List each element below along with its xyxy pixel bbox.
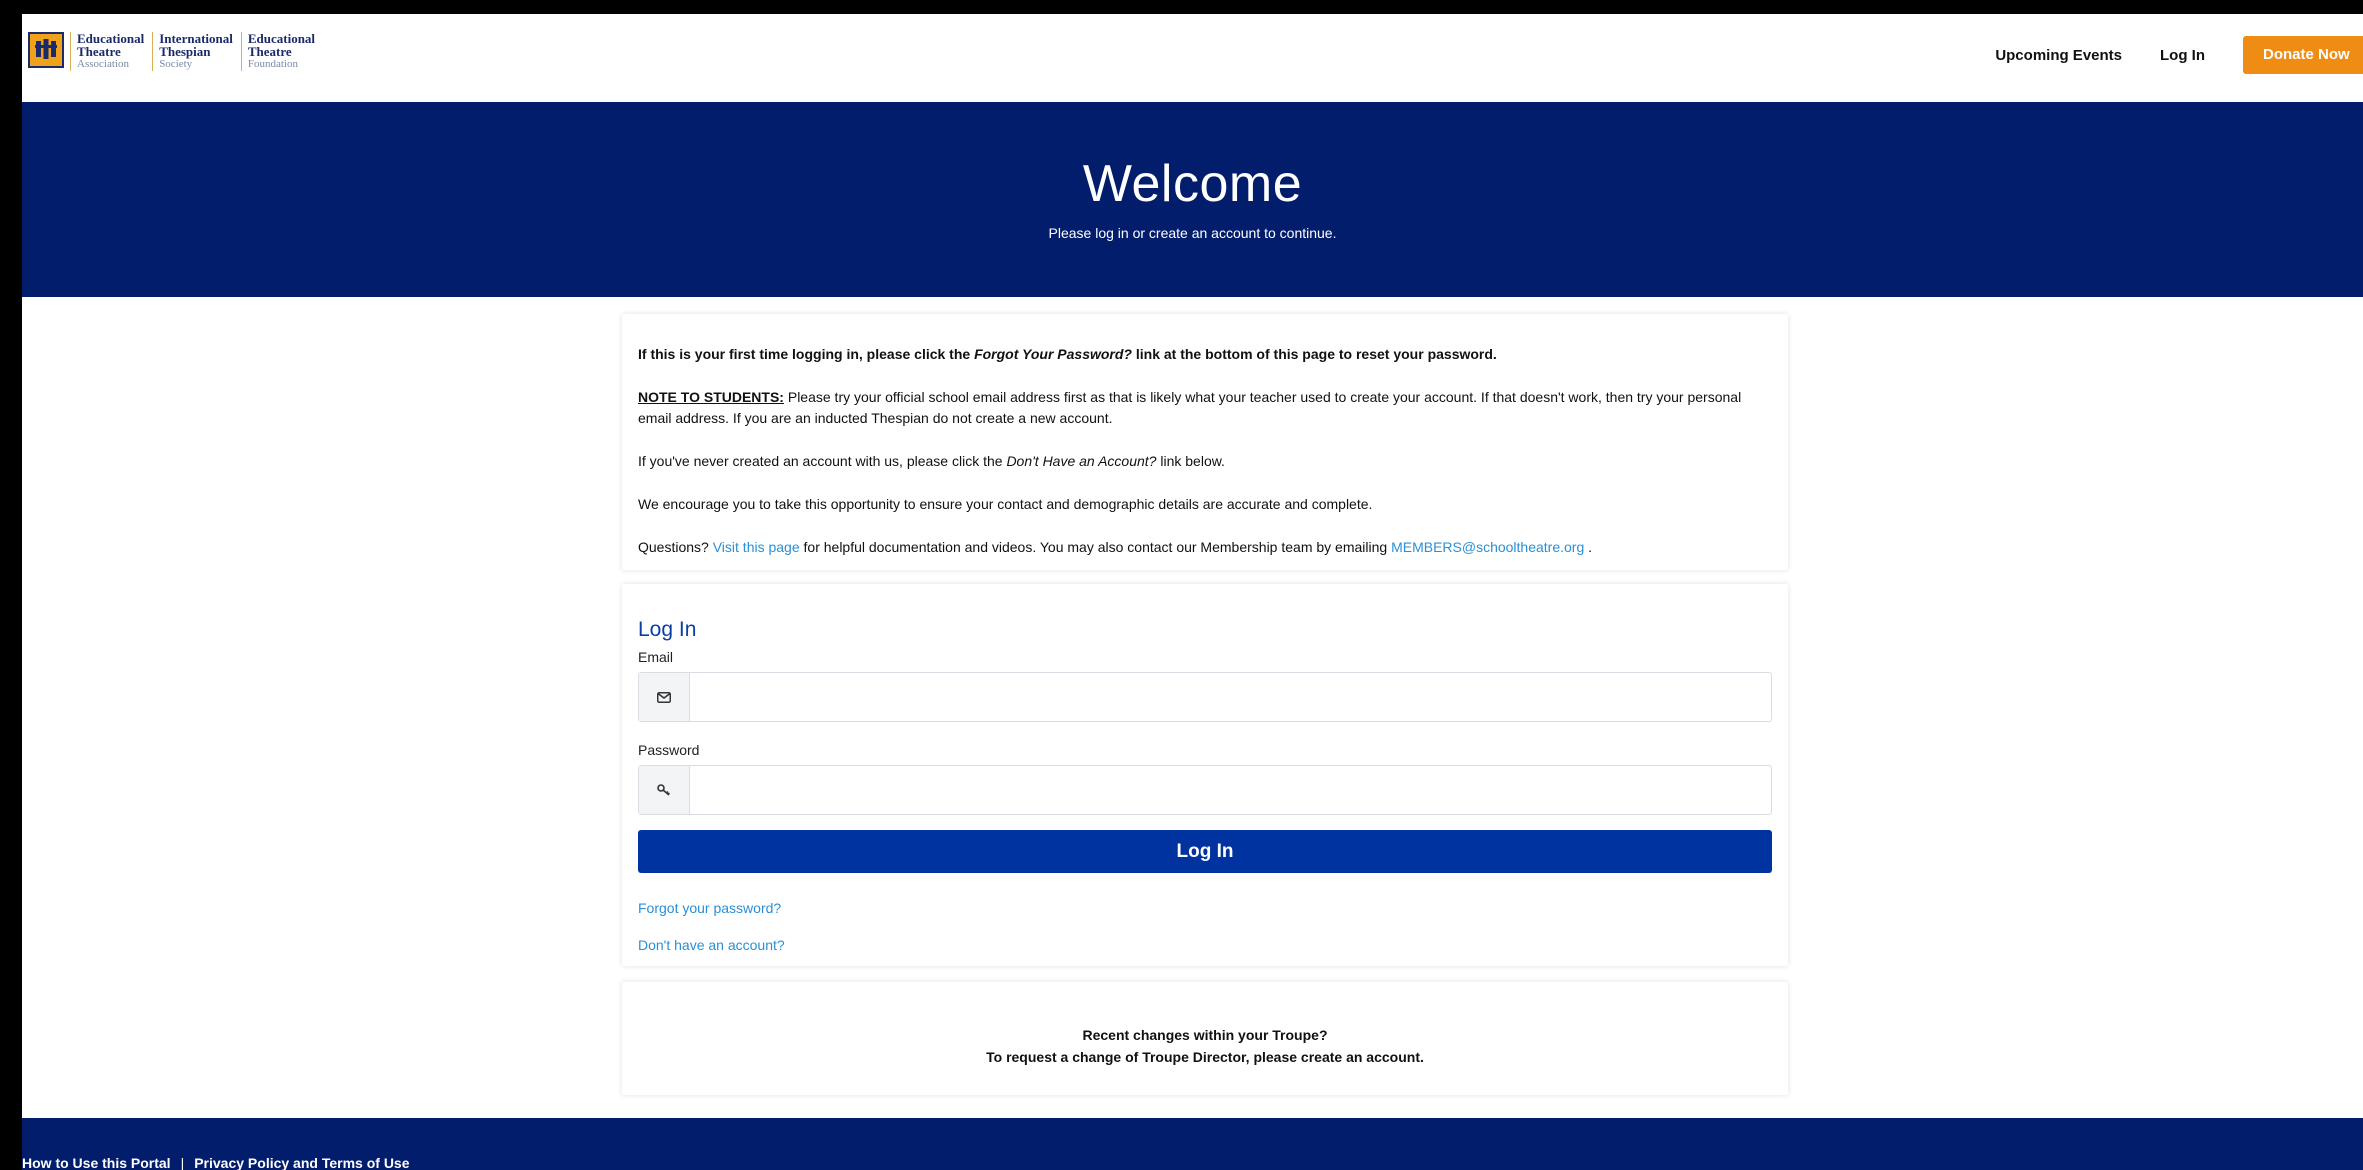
- page-title: Welcome: [1082, 155, 1303, 213]
- members-email-link[interactable]: MEMBERS@schooltheatre.org: [1391, 539, 1584, 555]
- login-form-card: Log In Email Password Log In Forgot your…: [622, 584, 1788, 966]
- encourage-note: We encourage you to take this opportunit…: [638, 496, 1373, 512]
- login-heading: Log In: [638, 618, 697, 641]
- header-log-in-link[interactable]: Log In: [2160, 47, 2205, 64]
- welcome-banner: Welcome Please log in or create an accou…: [22, 102, 2363, 297]
- logo-eta: Educational Theatre Association: [70, 32, 152, 71]
- troupe-director-note: To request a change of Troupe Director, …: [986, 1049, 1424, 1065]
- envelope-icon: [639, 673, 690, 721]
- how-to-use-portal-link[interactable]: How to Use this Portal: [22, 1155, 171, 1170]
- email-input-group: [638, 672, 1772, 722]
- new-account-note: If you've never created an account with …: [638, 453, 1225, 469]
- questions-note: Questions? Visit this page for helpful d…: [638, 539, 1593, 555]
- masks-logo-icon: [28, 32, 64, 68]
- create-account-link[interactable]: Don't have an account?: [638, 937, 785, 953]
- upcoming-events-link[interactable]: Upcoming Events: [1995, 47, 2122, 64]
- page-frame: Educational Theatre Association Internat…: [22, 14, 2363, 1170]
- password-label: Password: [638, 742, 700, 758]
- forgot-password-link[interactable]: Forgot your password?: [638, 900, 781, 916]
- donate-now-button[interactable]: Donate Now: [2243, 36, 2363, 74]
- password-field[interactable]: [690, 766, 1771, 814]
- logo-its: International Thespian Society: [152, 32, 241, 71]
- key-icon: [639, 766, 690, 814]
- page-subtitle: Please log in or create an account to co…: [1048, 225, 1337, 241]
- password-input-group: [638, 765, 1772, 815]
- troupe-heading: Recent changes within your Troupe?: [1082, 1027, 1328, 1043]
- first-login-note: If this is your first time logging in, p…: [638, 346, 1497, 362]
- logo-etf: Educational Theatre Foundation: [240, 32, 323, 71]
- email-field[interactable]: [690, 673, 1771, 721]
- site-header: Educational Theatre Association Internat…: [22, 14, 2363, 102]
- main-nav: Upcoming Events Log In Donate Now: [1995, 36, 2363, 74]
- site-footer: How to Use this Portal | Privacy Policy an…: [22, 1118, 2363, 1170]
- log-in-button[interactable]: Log In: [638, 830, 1772, 873]
- site-logo[interactable]: Educational Theatre Association Internat…: [28, 32, 323, 71]
- footer-separator: |: [180, 1155, 185, 1170]
- footer-links: How to Use this Portal | Privacy Policy an…: [22, 1155, 410, 1170]
- troupe-changes-card: Recent changes within your Troupe? To re…: [622, 982, 1788, 1095]
- privacy-terms-link[interactable]: Privacy Policy and Terms of Use: [194, 1155, 409, 1170]
- email-label: Email: [638, 649, 674, 665]
- students-note: NOTE TO STUDENTS: Please try your offici…: [638, 389, 1742, 426]
- visit-this-page-link[interactable]: Visit this page: [713, 539, 800, 555]
- login-instructions-card: If this is your first time logging in, p…: [622, 314, 1788, 570]
